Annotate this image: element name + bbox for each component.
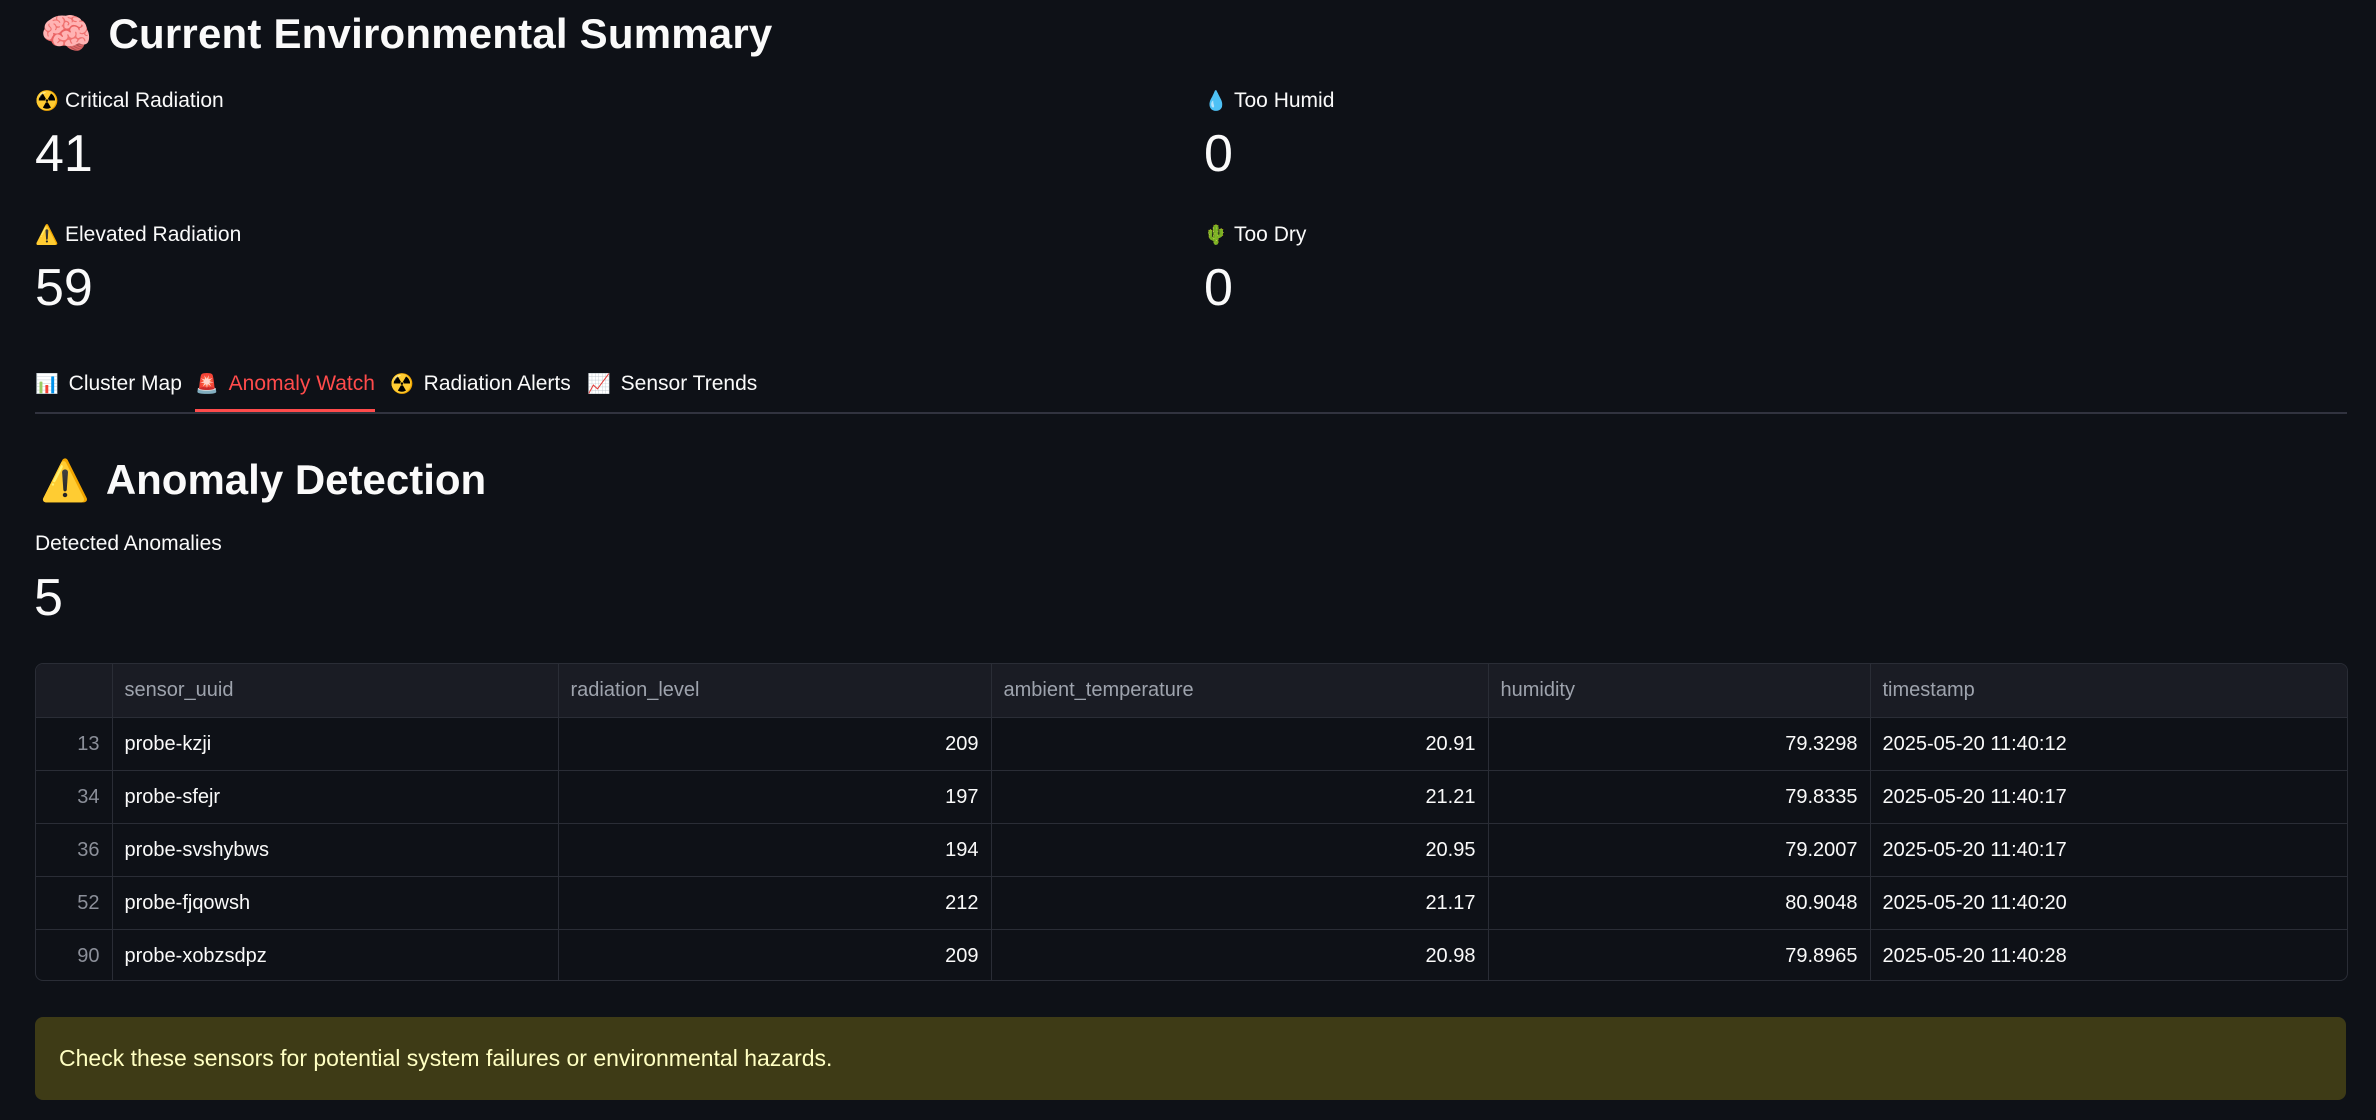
cell-ambient-temperature[interactable]: 21.21 xyxy=(991,770,1489,824)
cell-ambient-temperature[interactable]: 21.17 xyxy=(991,876,1489,930)
droplet-icon: 💧 xyxy=(1204,91,1228,112)
cell-ambient-temperature[interactable]: 20.98 xyxy=(991,929,1489,980)
summary-title: Current Environmental Summary xyxy=(108,10,773,57)
metric-value: 41 xyxy=(35,125,93,183)
metric-label: Critical Radiation xyxy=(65,89,224,112)
row-index: 13 xyxy=(36,717,113,771)
table-row[interactable]: 34 probe-sfejr 197 21.21 79.8335 2025-05… xyxy=(36,770,2347,824)
anomaly-count-label: Detected Anomalies xyxy=(35,532,222,555)
radiation-icon: ☢️ xyxy=(390,374,414,395)
cell-humidity[interactable]: 79.2007 xyxy=(1488,823,1871,877)
tab-radiation-alerts[interactable]: ☢️ Radiation Alerts xyxy=(390,358,571,410)
warning-alert: Check these sensors for potential system… xyxy=(35,1017,2346,1100)
metric-too-humid: 💧 Too Humid 0 xyxy=(1204,86,2004,186)
cell-sensor-uuid[interactable]: probe-xobzsdpz xyxy=(112,929,559,980)
row-index: 90 xyxy=(36,929,113,980)
cell-timestamp[interactable]: 2025-05-20 11:40:17 xyxy=(1870,823,2347,877)
radiation-icon: ☢️ xyxy=(35,91,59,112)
anomaly-count-value: 5 xyxy=(34,569,63,627)
cactus-icon: 🌵 xyxy=(1204,225,1228,246)
metric-value: 0 xyxy=(1204,259,1233,317)
cell-radiation-level[interactable]: 212 xyxy=(558,876,992,930)
column-header-sensor-uuid[interactable]: sensor_uuid xyxy=(112,664,559,718)
tab-anomaly-watch[interactable]: 🚨 Anomaly Watch xyxy=(195,358,375,412)
table-row[interactable]: 36 probe-svshybws 194 20.95 79.2007 2025… xyxy=(36,823,2347,877)
table-row[interactable]: 13 probe-kzji 209 20.91 79.3298 2025-05-… xyxy=(36,717,2347,771)
column-header-timestamp[interactable]: timestamp xyxy=(1870,664,2347,718)
cell-radiation-level[interactable]: 197 xyxy=(558,770,992,824)
metric-critical-radiation: ☢️ Critical Radiation 41 xyxy=(35,86,835,186)
metric-value: 0 xyxy=(1204,125,1233,183)
row-index: 52 xyxy=(36,876,113,930)
cell-humidity[interactable]: 79.3298 xyxy=(1488,717,1871,771)
warning-icon: ⚠️ xyxy=(40,458,90,503)
tab-label: Sensor Trends xyxy=(620,372,758,395)
tab-bar: 📊 Cluster Map 🚨 Anomaly Watch ☢️ Radiati… xyxy=(35,358,2347,414)
tab-label: Cluster Map xyxy=(68,372,182,395)
cell-sensor-uuid[interactable]: probe-kzji xyxy=(112,717,559,771)
column-header-ambient-temperature[interactable]: ambient_temperature xyxy=(991,664,1489,718)
cell-sensor-uuid[interactable]: probe-fjqowsh xyxy=(112,876,559,930)
section-title: Anomaly Detection xyxy=(105,456,487,503)
siren-icon: 🚨 xyxy=(195,374,219,395)
metric-too-dry: 🌵 Too Dry 0 xyxy=(1204,220,2004,320)
cell-timestamp[interactable]: 2025-05-20 11:40:20 xyxy=(1870,876,2347,930)
metric-label: Too Dry xyxy=(1234,223,1307,246)
app-page: 🧠 Current Environmental Summary ☢️ Criti… xyxy=(0,0,2376,1120)
cell-radiation-level[interactable]: 209 xyxy=(558,929,992,980)
cell-humidity[interactable]: 80.9048 xyxy=(1488,876,1871,930)
cell-humidity[interactable]: 79.8335 xyxy=(1488,770,1871,824)
anomaly-heading: ⚠️ Anomaly Detection xyxy=(40,448,486,512)
cell-humidity[interactable]: 79.8965 xyxy=(1488,929,1871,980)
tab-label: Anomaly Watch xyxy=(228,372,375,395)
cell-radiation-level[interactable]: 194 xyxy=(558,823,992,877)
cell-sensor-uuid[interactable]: probe-svshybws xyxy=(112,823,559,877)
column-header-radiation-level[interactable]: radiation_level xyxy=(558,664,992,718)
row-index: 34 xyxy=(36,770,113,824)
alert-text: Check these sensors for potential system… xyxy=(59,1045,833,1071)
cell-timestamp[interactable]: 2025-05-20 11:40:12 xyxy=(1870,717,2347,771)
cell-radiation-level[interactable]: 209 xyxy=(558,717,992,771)
cell-timestamp[interactable]: 2025-05-20 11:40:28 xyxy=(1870,930,2347,981)
bar-chart-icon: 📊 xyxy=(35,374,59,395)
tab-sensor-trends[interactable]: 📈 Sensor Trends xyxy=(587,358,757,410)
metric-value: 59 xyxy=(35,259,93,317)
tab-label: Radiation Alerts xyxy=(423,372,571,395)
cell-sensor-uuid[interactable]: probe-sfejr xyxy=(112,770,559,824)
anomaly-table[interactable]: sensor_uuid radiation_level ambient_temp… xyxy=(35,663,2348,981)
warning-icon: ⚠️ xyxy=(35,225,59,246)
metric-label: Elevated Radiation xyxy=(65,223,242,246)
cell-ambient-temperature[interactable]: 20.91 xyxy=(991,717,1489,771)
metric-label: Too Humid xyxy=(1234,89,1335,112)
brain-icon: 🧠 xyxy=(40,9,93,57)
cell-ambient-temperature[interactable]: 20.95 xyxy=(991,823,1489,877)
column-header-index[interactable] xyxy=(36,664,113,718)
summary-heading: 🧠 Current Environmental Summary xyxy=(40,6,772,62)
tab-cluster-map[interactable]: 📊 Cluster Map xyxy=(35,358,182,410)
table-row[interactable]: 52 probe-fjqowsh 212 21.17 80.9048 2025-… xyxy=(36,876,2347,930)
table-row[interactable]: 90 probe-xobzsdpz 209 20.98 79.8965 2025… xyxy=(36,929,2347,981)
metric-elevated-radiation: ⚠️ Elevated Radiation 59 xyxy=(35,220,835,320)
row-index: 36 xyxy=(36,823,113,877)
cell-timestamp[interactable]: 2025-05-20 11:40:17 xyxy=(1870,770,2347,824)
table-header-row: sensor_uuid radiation_level ambient_temp… xyxy=(36,664,2347,718)
column-header-humidity[interactable]: humidity xyxy=(1488,664,1871,718)
trend-chart-icon: 📈 xyxy=(587,374,611,395)
